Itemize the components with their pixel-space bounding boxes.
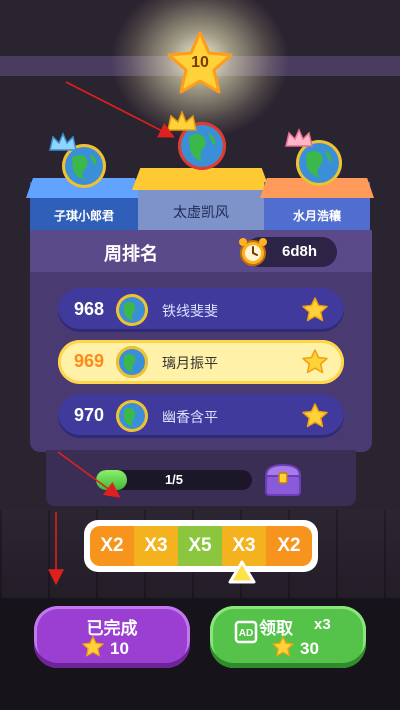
page-title: 周排名 xyxy=(104,244,158,265)
podium-right-name: 水月浩穰 xyxy=(292,209,341,223)
claim-value: 30 xyxy=(300,639,319,658)
claim-multiplier: x3 xyxy=(314,616,331,633)
star-icon xyxy=(302,349,328,374)
player-name: 幽香含平 xyxy=(162,410,218,426)
player-name: 铁线斐斐 xyxy=(162,304,218,320)
list-item[interactable]: 969 璃月振平 xyxy=(58,340,344,384)
rank-number: 969 xyxy=(74,351,105,371)
podium-right: 水月浩穰 xyxy=(260,178,374,230)
treasure-chest-icon[interactable] xyxy=(262,462,304,498)
top-star-badge: 10 xyxy=(166,30,234,96)
multiplier-segment: X3 xyxy=(134,526,178,566)
completed-button[interactable]: 已完成 10 xyxy=(34,606,190,668)
list-item[interactable]: 968 铁线斐斐 xyxy=(58,288,344,332)
globe-icon xyxy=(116,400,148,432)
pink-crown-icon xyxy=(284,128,314,150)
globe-icon xyxy=(116,346,148,378)
timer-text: 6d8h xyxy=(282,243,318,260)
podium-left: 子琪小郎君 xyxy=(26,178,142,230)
multiplier-segment: X5 xyxy=(178,526,222,566)
alarm-clock-icon xyxy=(236,234,270,268)
pointer-triangle-icon xyxy=(228,560,256,584)
rank-number: 970 xyxy=(74,405,105,425)
completed-value: 10 xyxy=(110,639,129,658)
podium-middle-name: 太虚凯风 xyxy=(173,205,229,221)
gold-crown-icon xyxy=(166,109,198,134)
progress-text: 1/5 xyxy=(164,472,184,487)
podium-middle: 太虚凯风 xyxy=(132,168,270,232)
blue-crown-icon xyxy=(48,132,78,154)
star-icon xyxy=(302,403,328,428)
globe-icon xyxy=(116,294,148,326)
player-name: 璃月振平 xyxy=(162,356,218,372)
multiplier-segment: X2 xyxy=(266,526,312,566)
multiplier-segment: X2 xyxy=(90,526,134,566)
top-star-value: 10 xyxy=(191,54,209,71)
star-icon xyxy=(302,297,328,322)
star-icon xyxy=(82,636,104,657)
rank-number: 968 xyxy=(74,299,105,319)
completed-label: 已完成 xyxy=(86,619,138,639)
podium-left-name: 子琪小郎君 xyxy=(53,209,114,223)
star-icon xyxy=(272,636,294,657)
claim-button[interactable]: AD 领取 x3 30 xyxy=(210,606,366,668)
list-item[interactable]: 970 幽香含平 xyxy=(58,394,344,438)
